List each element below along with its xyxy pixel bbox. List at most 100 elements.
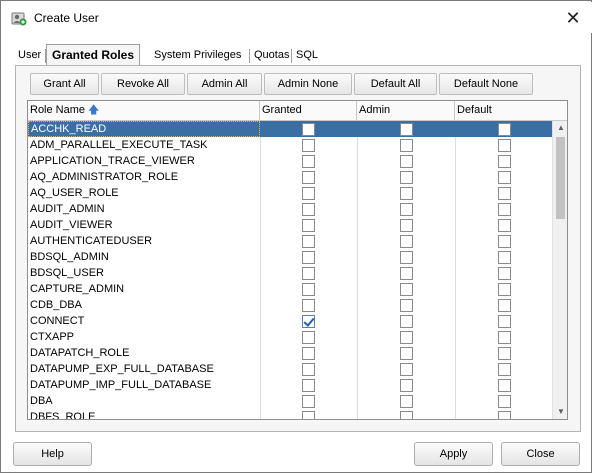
- column-header-default[interactable]: Default: [455, 101, 552, 121]
- default-checkbox[interactable]: [498, 395, 511, 408]
- tab-user[interactable]: User: [18, 45, 41, 66]
- admin-checkbox[interactable]: [400, 139, 413, 152]
- granted-checkbox[interactable]: [302, 139, 315, 152]
- admin-all-button[interactable]: Admin All: [187, 73, 262, 95]
- scrollbar-thumb[interactable]: [556, 137, 565, 219]
- table-row[interactable]: BDSQL_ADMIN: [28, 249, 552, 265]
- default-checkbox[interactable]: [498, 283, 511, 296]
- admin-checkbox[interactable]: [400, 267, 413, 280]
- default-all-button[interactable]: Default All: [354, 73, 437, 95]
- default-checkbox[interactable]: [498, 187, 511, 200]
- tab-sql[interactable]: SQL: [296, 45, 318, 66]
- column-header-granted[interactable]: Granted: [260, 101, 357, 121]
- scroll-up-icon[interactable]: ▲: [553, 121, 567, 135]
- default-checkbox[interactable]: [498, 219, 511, 232]
- granted-checkbox[interactable]: [302, 187, 315, 200]
- admin-checkbox[interactable]: [400, 155, 413, 168]
- admin-checkbox[interactable]: [400, 219, 413, 232]
- default-checkbox[interactable]: [498, 171, 511, 184]
- default-checkbox[interactable]: [498, 379, 511, 392]
- help-button[interactable]: Help: [13, 442, 92, 466]
- granted-checkbox[interactable]: [302, 411, 315, 419]
- admin-checkbox[interactable]: [400, 347, 413, 360]
- table-row[interactable]: DATAPUMP_IMP_FULL_DATABASE: [28, 377, 552, 393]
- default-checkbox[interactable]: [498, 267, 511, 280]
- admin-checkbox[interactable]: [400, 171, 413, 184]
- granted-checkbox[interactable]: [302, 203, 315, 216]
- admin-checkbox[interactable]: [400, 395, 413, 408]
- scroll-down-icon[interactable]: ▼: [553, 405, 567, 419]
- grant-all-button[interactable]: Grant All: [30, 73, 99, 95]
- tab-quotas[interactable]: Quotas: [254, 45, 289, 66]
- table-row[interactable]: APPLICATION_TRACE_VIEWER: [28, 153, 552, 169]
- admin-checkbox[interactable]: [400, 363, 413, 376]
- revoke-all-button[interactable]: Revoke All: [101, 73, 185, 95]
- granted-checkbox[interactable]: [302, 123, 315, 136]
- default-checkbox[interactable]: [498, 235, 511, 248]
- granted-checkbox[interactable]: [302, 283, 315, 296]
- granted-checkbox[interactable]: [302, 171, 315, 184]
- default-checkbox[interactable]: [498, 411, 511, 419]
- granted-checkbox[interactable]: [302, 219, 315, 232]
- default-checkbox[interactable]: [498, 299, 511, 312]
- vertical-scrollbar[interactable]: ▲ ▼: [552, 121, 567, 419]
- table-row[interactable]: DBA: [28, 393, 552, 409]
- default-none-button[interactable]: Default None: [439, 73, 533, 95]
- default-checkbox[interactable]: [498, 347, 511, 360]
- apply-button[interactable]: Apply: [414, 442, 493, 466]
- column-header-role-name[interactable]: Role Name 🡅: [28, 101, 260, 121]
- admin-none-button[interactable]: Admin None: [264, 73, 352, 95]
- granted-checkbox[interactable]: [302, 251, 315, 264]
- tab-granted-roles[interactable]: Granted Roles: [46, 44, 140, 66]
- admin-checkbox[interactable]: [400, 123, 413, 136]
- admin-checkbox[interactable]: [400, 315, 413, 328]
- granted-checkbox[interactable]: [302, 267, 315, 280]
- default-checkbox[interactable]: [498, 315, 511, 328]
- table-row[interactable]: CDB_DBA: [28, 297, 552, 313]
- table-row[interactable]: BDSQL_USER: [28, 265, 552, 281]
- table-row[interactable]: AQ_USER_ROLE: [28, 185, 552, 201]
- table-row[interactable]: CTXAPP: [28, 329, 552, 345]
- granted-checkbox[interactable]: [302, 155, 315, 168]
- admin-checkbox[interactable]: [400, 251, 413, 264]
- table-row[interactable]: DATAPUMP_EXP_FULL_DATABASE: [28, 361, 552, 377]
- table-row[interactable]: DBFS_ROLE: [28, 409, 552, 419]
- table-row[interactable]: DATAPATCH_ROLE: [28, 345, 552, 361]
- default-checkbox[interactable]: [498, 363, 511, 376]
- tab-system-privileges[interactable]: System Privileges: [154, 45, 241, 66]
- granted-checkbox[interactable]: [302, 299, 315, 312]
- admin-checkbox[interactable]: [400, 411, 413, 419]
- default-checkbox[interactable]: [498, 251, 511, 264]
- table-row[interactable]: CONNECT: [28, 313, 552, 329]
- admin-checkbox[interactable]: [400, 299, 413, 312]
- admin-checkbox[interactable]: [400, 379, 413, 392]
- table-row[interactable]: AUDIT_VIEWER: [28, 217, 552, 233]
- table-row[interactable]: ADM_PARALLEL_EXECUTE_TASK: [28, 137, 552, 153]
- default-checkbox[interactable]: [498, 139, 511, 152]
- granted-checkbox[interactable]: [302, 331, 315, 344]
- close-icon[interactable]: ✕: [558, 6, 588, 30]
- table-row[interactable]: AUTHENTICATEDUSER: [28, 233, 552, 249]
- granted-checkbox[interactable]: [302, 363, 315, 376]
- column-header-admin[interactable]: Admin: [357, 101, 455, 121]
- admin-checkbox[interactable]: [400, 283, 413, 296]
- granted-checkbox[interactable]: [302, 395, 315, 408]
- default-checkbox[interactable]: [498, 331, 511, 344]
- admin-checkbox[interactable]: [400, 187, 413, 200]
- role-name-cell: APPLICATION_TRACE_VIEWER: [30, 155, 195, 167]
- default-checkbox[interactable]: [498, 123, 511, 136]
- default-checkbox[interactable]: [498, 203, 511, 216]
- table-row[interactable]: AQ_ADMINISTRATOR_ROLE: [28, 169, 552, 185]
- table-row[interactable]: ACCHK_READ: [28, 121, 552, 137]
- granted-checkbox[interactable]: [302, 235, 315, 248]
- granted-checkbox[interactable]: [302, 315, 315, 328]
- default-checkbox[interactable]: [498, 155, 511, 168]
- granted-checkbox[interactable]: [302, 347, 315, 360]
- close-button[interactable]: Close: [501, 442, 580, 466]
- table-row[interactable]: AUDIT_ADMIN: [28, 201, 552, 217]
- admin-checkbox[interactable]: [400, 203, 413, 216]
- granted-checkbox[interactable]: [302, 379, 315, 392]
- table-row[interactable]: CAPTURE_ADMIN: [28, 281, 552, 297]
- admin-checkbox[interactable]: [400, 331, 413, 344]
- admin-checkbox[interactable]: [400, 235, 413, 248]
